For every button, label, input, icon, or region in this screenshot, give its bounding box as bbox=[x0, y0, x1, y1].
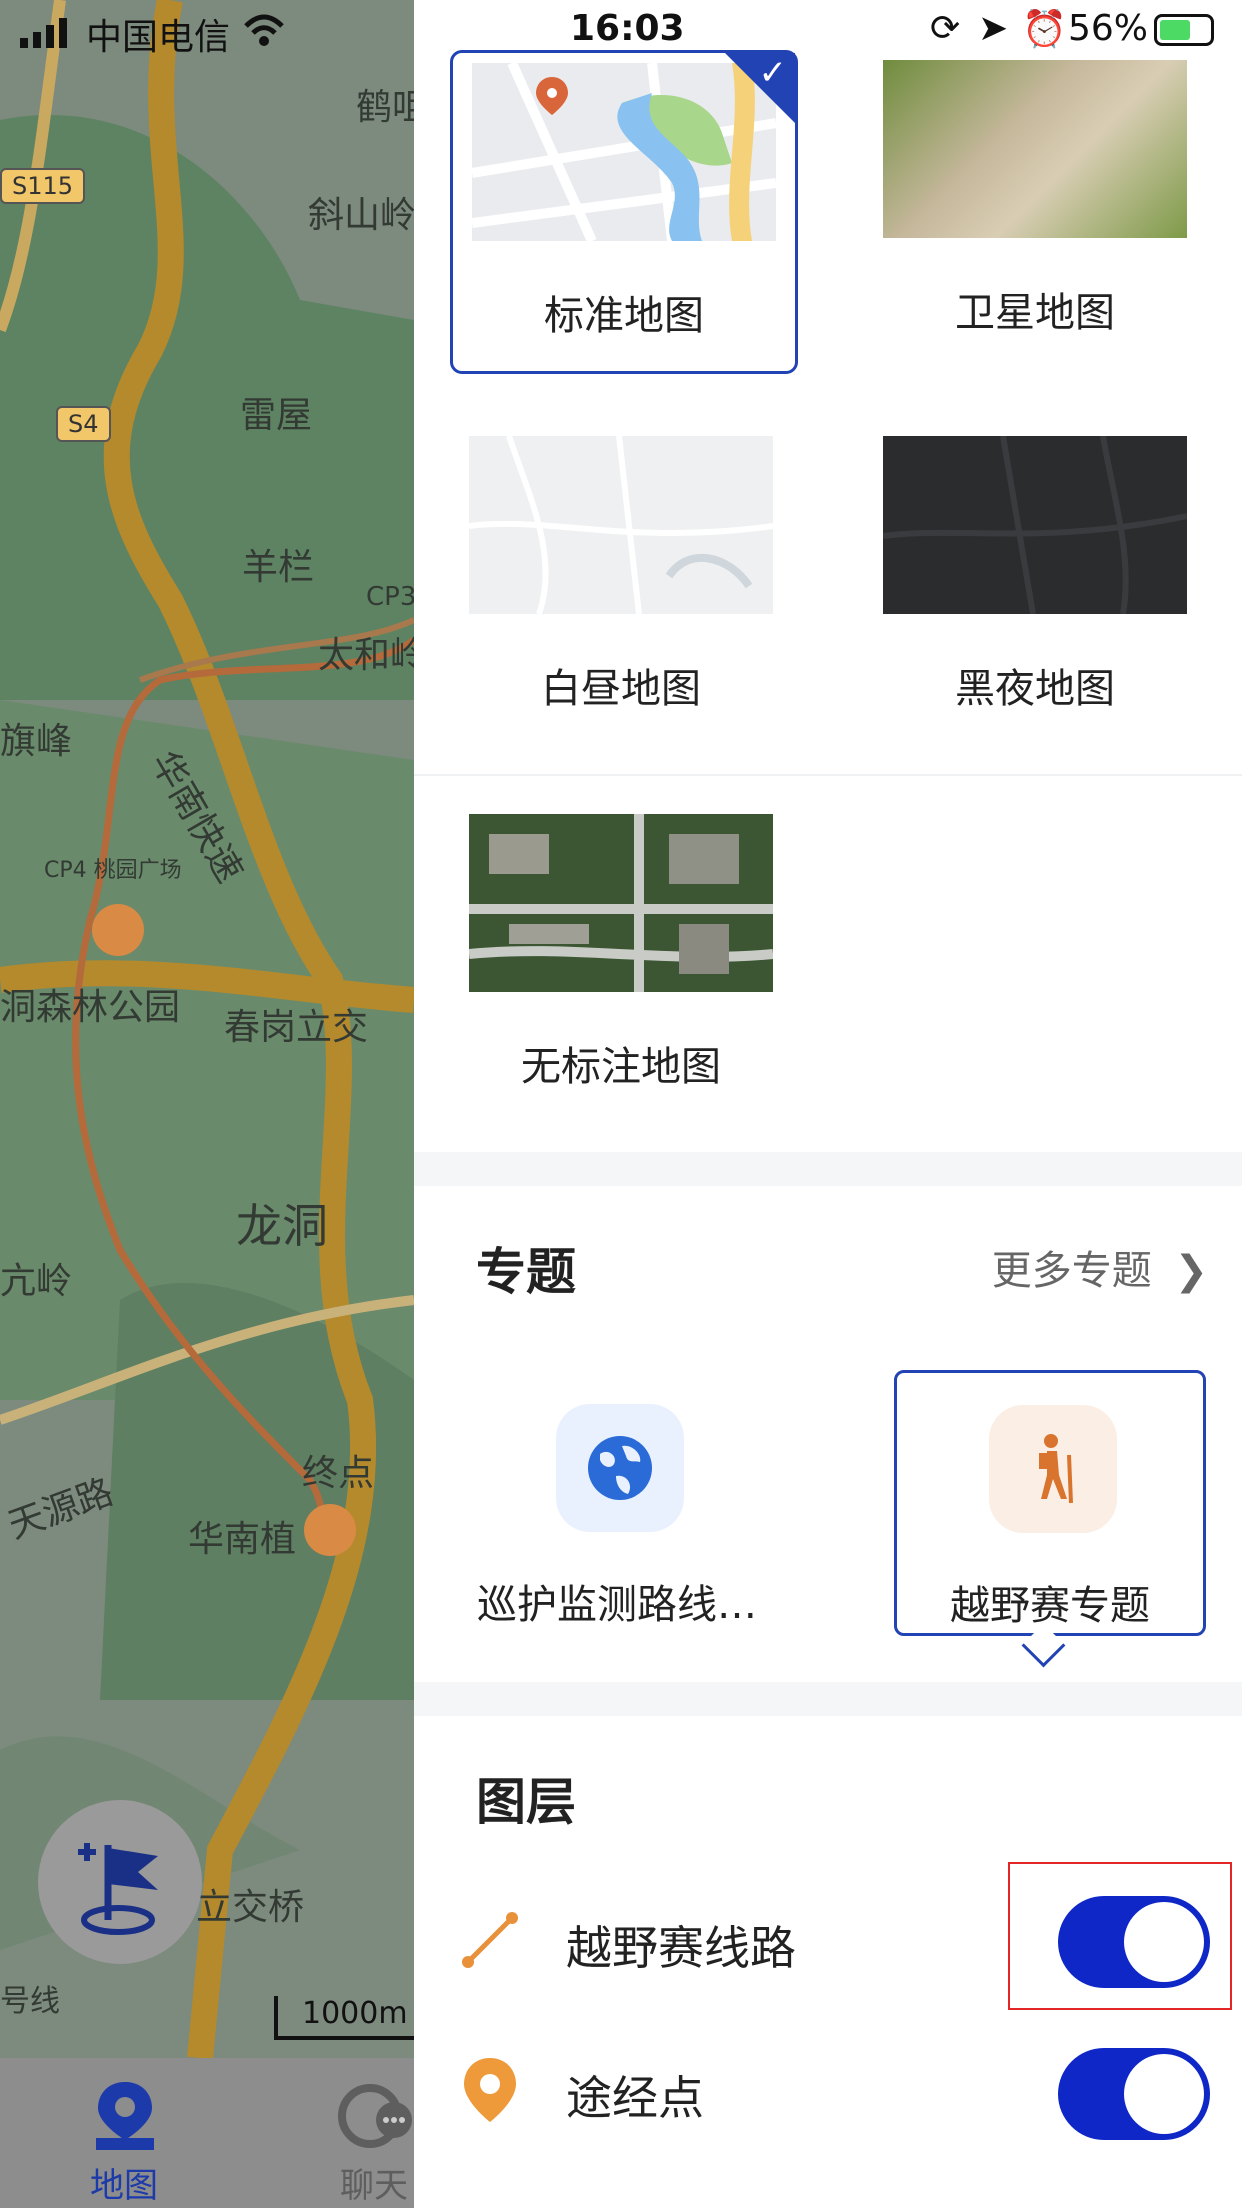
map-scale-label: 1000m bbox=[302, 1996, 408, 2031]
theme-trail-race[interactable]: 越野赛专题 bbox=[894, 1370, 1206, 1636]
theme-label: 巡护监测路线… bbox=[477, 1582, 757, 1628]
map-label: CP3 bbox=[366, 582, 417, 612]
layer-row-waypoints: 途经点 bbox=[414, 2018, 1242, 2168]
road-shield-s115: S115 bbox=[0, 168, 86, 204]
location-pin-icon bbox=[464, 2058, 516, 2122]
carrier-name: 中国电信 bbox=[86, 17, 231, 58]
waypoints-toggle[interactable] bbox=[1058, 2048, 1210, 2140]
themes-title: 专题 bbox=[476, 1243, 576, 1301]
theme-label: 越野赛专题 bbox=[950, 1583, 1150, 1629]
theme-patrol-route[interactable]: 巡护监测路线… bbox=[464, 1372, 770, 1632]
chat-icon bbox=[338, 2084, 412, 2148]
tab-map-label: 地图 bbox=[90, 2166, 158, 2206]
route-line-icon bbox=[462, 1912, 518, 1968]
layer-label: 越野赛线路 bbox=[566, 1921, 796, 1975]
signal-icon bbox=[20, 18, 67, 48]
base-map-satellite[interactable]: 卫星地图 bbox=[864, 50, 1206, 368]
map-label: 洞森林公园 bbox=[0, 987, 181, 1028]
base-map-label: 卫星地图 bbox=[955, 290, 1115, 336]
map-settings-panel: ✓ 标准地图 卫星地图 白昼地图 黑夜地图 无标注地图 专题 更多专题 ❯ 巡护… bbox=[414, 0, 1242, 2208]
globe-icon bbox=[588, 1436, 652, 1500]
map-label: 雷屋 bbox=[240, 395, 313, 436]
night-map-thumbnail bbox=[883, 436, 1187, 614]
layers-title: 图层 bbox=[476, 1773, 576, 1831]
battery-icon bbox=[1154, 14, 1214, 46]
alarm-icon: ⏰ bbox=[1022, 9, 1067, 50]
more-themes-label: 更多专题 bbox=[991, 1248, 1152, 1294]
base-map-label: 黑夜地图 bbox=[955, 666, 1115, 712]
base-map-night[interactable]: 黑夜地图 bbox=[864, 426, 1206, 744]
map-pin-icon bbox=[96, 2082, 154, 2150]
chevron-right-icon: ❯ bbox=[1174, 1248, 1208, 1294]
map-label: 亢岭 bbox=[0, 1261, 73, 1302]
battery-percent: 56% bbox=[1068, 8, 1149, 49]
bottom-tab-bar: 地图 聊天 bbox=[0, 2058, 414, 2208]
unlabeled-map-thumbnail bbox=[469, 814, 773, 992]
base-map-daylight[interactable]: 白昼地图 bbox=[450, 426, 792, 744]
toggle-knob bbox=[1124, 2054, 1204, 2134]
base-map-label: 白昼地图 bbox=[541, 666, 701, 712]
base-map-unlabeled[interactable]: 无标注地图 bbox=[450, 804, 792, 1122]
map-label: CP4 桃园广场 bbox=[44, 858, 182, 883]
base-map-standard[interactable]: ✓ 标准地图 bbox=[450, 50, 798, 374]
location-arrow-icon: ➤ bbox=[978, 8, 1009, 49]
highlight-box bbox=[1008, 1862, 1232, 2010]
map-label: 斜山岭 bbox=[308, 195, 417, 236]
map-label: 终点 bbox=[302, 1453, 375, 1494]
road-shield-s4: S4 bbox=[56, 406, 111, 442]
map-label: 太和岭 bbox=[318, 635, 427, 676]
map-label: 春岗立交 bbox=[224, 1007, 369, 1048]
tab-map[interactable]: 地图 bbox=[34, 2058, 214, 2208]
map-label: 旗峰 bbox=[0, 721, 73, 762]
satellite-map-thumbnail bbox=[883, 60, 1187, 238]
status-bar: 中国电信 16:03 ⟳ ➤ ⏰ 56% bbox=[0, 0, 1242, 60]
map-label: 龙洞 bbox=[236, 1199, 328, 1253]
rotation-lock-icon: ⟳ bbox=[930, 8, 961, 49]
map-label: 立交桥 bbox=[196, 1887, 305, 1928]
clock: 16:03 bbox=[570, 8, 685, 49]
more-themes-link[interactable]: 更多专题 ❯ bbox=[992, 1238, 1208, 1296]
wifi-icon bbox=[244, 14, 284, 46]
hiker-icon bbox=[1039, 1434, 1073, 1504]
base-map-label: 标准地图 bbox=[544, 293, 704, 339]
map-label: 羊栏 bbox=[242, 547, 315, 588]
layer-label: 途经点 bbox=[566, 2071, 704, 2125]
map-label: 号线 bbox=[0, 1984, 60, 2019]
flag-icon bbox=[78, 1843, 158, 1935]
map-label: 华南植 bbox=[188, 1519, 297, 1560]
base-map-label: 无标注地图 bbox=[521, 1044, 721, 1090]
checkpoint-flag-button[interactable] bbox=[38, 1800, 202, 1964]
daylight-map-thumbnail bbox=[469, 436, 773, 614]
